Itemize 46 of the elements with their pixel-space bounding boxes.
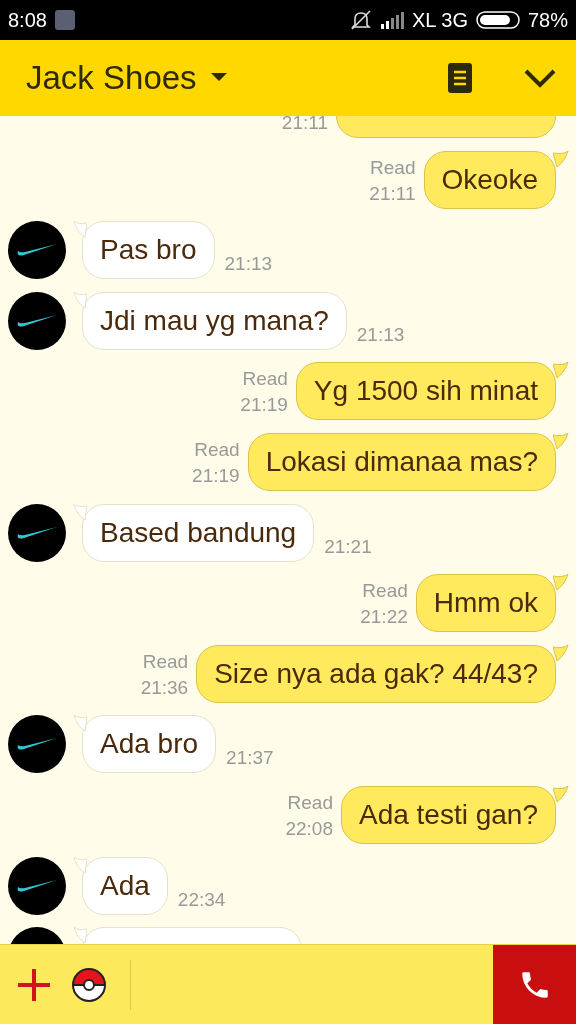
message-time: 21:11 bbox=[369, 181, 416, 206]
notes-icon[interactable] bbox=[448, 63, 472, 93]
contact-avatar[interactable] bbox=[8, 715, 66, 774]
message-time: 22:08 bbox=[285, 816, 333, 841]
contact-avatar[interactable] bbox=[8, 503, 66, 562]
contact-avatar[interactable] bbox=[8, 291, 66, 350]
swoosh-logo-icon bbox=[16, 737, 58, 752]
network-label: XL 3G bbox=[412, 8, 468, 32]
bubble-tail bbox=[553, 785, 569, 806]
swoosh-logo-icon bbox=[16, 313, 58, 328]
read-receipt: Read bbox=[287, 790, 333, 815]
message-time: 21:21 bbox=[324, 535, 372, 559]
caret-icon[interactable] bbox=[210, 73, 227, 83]
read-receipt: Read bbox=[194, 437, 240, 462]
bubble-tail bbox=[553, 432, 569, 453]
swoosh-logo-icon bbox=[16, 525, 58, 540]
contact-avatar[interactable] bbox=[8, 221, 66, 280]
notification-icon bbox=[54, 10, 75, 30]
message-time: 21:36 bbox=[140, 675, 189, 700]
status-time: 8:08 bbox=[8, 8, 47, 32]
message-time: 21:22 bbox=[360, 605, 408, 630]
read-receipt: Read bbox=[370, 155, 416, 180]
message-time: 22:34 bbox=[177, 888, 226, 912]
contact-avatar[interactable] bbox=[8, 856, 66, 915]
chevron-down-icon[interactable] bbox=[524, 68, 556, 88]
pokeball-icon[interactable] bbox=[72, 967, 106, 1002]
bubble-tail bbox=[553, 644, 569, 665]
message-time: 21:11 bbox=[281, 116, 328, 135]
message-time: 21:19 bbox=[240, 393, 288, 418]
swoosh-logo-icon bbox=[16, 243, 58, 258]
message-time: 21:13 bbox=[356, 323, 405, 347]
message-time: 21:13 bbox=[224, 253, 273, 277]
battery-percent: 78% bbox=[527, 8, 568, 32]
swoosh-logo-icon bbox=[16, 878, 58, 893]
message-time: 21:19 bbox=[192, 463, 240, 488]
chat-title[interactable]: Jack Shoes bbox=[26, 59, 197, 97]
mute-bell-icon bbox=[350, 9, 372, 31]
battery-icon bbox=[475, 10, 520, 30]
read-receipt: Read bbox=[242, 367, 288, 392]
read-receipt: Read bbox=[362, 579, 408, 604]
call-button[interactable] bbox=[493, 944, 576, 1024]
signal-icon bbox=[380, 10, 404, 30]
message-time: 21:37 bbox=[226, 747, 274, 771]
plus-icon[interactable] bbox=[16, 966, 52, 1003]
read-receipt: Read bbox=[142, 649, 189, 674]
bubble-tail bbox=[553, 150, 569, 171]
